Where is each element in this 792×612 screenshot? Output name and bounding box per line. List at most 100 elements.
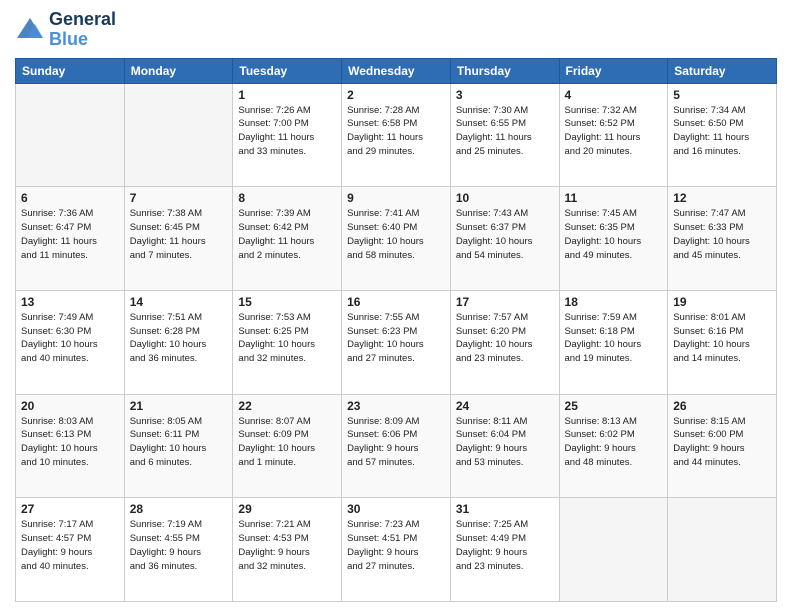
- calendar-week-1: 1 Sunrise: 7:26 AM Sunset: 7:00 PM Daylig…: [16, 83, 777, 187]
- day-info: Sunrise: 7:32 AM Sunset: 6:52 PM Dayligh…: [565, 104, 663, 159]
- day-number: 16: [347, 295, 445, 309]
- calendar-cell: [559, 498, 668, 602]
- day-number: 8: [238, 191, 336, 205]
- weekday-header-tuesday: Tuesday: [233, 58, 342, 83]
- calendar-week-5: 27 Sunrise: 7:17 AM Sunset: 4:57 PM Dayli…: [16, 498, 777, 602]
- logo-icon: [15, 16, 45, 44]
- calendar-cell: 7 Sunrise: 7:38 AM Sunset: 6:45 PM Daylig…: [124, 187, 233, 291]
- day-info: Sunrise: 8:11 AM Sunset: 6:04 PM Dayligh…: [456, 415, 554, 470]
- day-info: Sunrise: 8:15 AM Sunset: 6:00 PM Dayligh…: [673, 415, 771, 470]
- day-number: 1: [238, 88, 336, 102]
- day-number: 22: [238, 399, 336, 413]
- calendar-cell: 31Sunrise: 7:25 AM Sunset: 4:49 PM Dayli…: [450, 498, 559, 602]
- day-number: 26: [673, 399, 771, 413]
- calendar-cell: 14Sunrise: 7:51 AM Sunset: 6:28 PM Dayli…: [124, 290, 233, 394]
- calendar-cell: 16 Sunrise: 7:55 AM Sunset: 6:23 PM Dayli…: [342, 290, 451, 394]
- calendar-cell: 27 Sunrise: 7:17 AM Sunset: 4:57 PM Dayli…: [16, 498, 125, 602]
- calendar-cell: 19Sunrise: 8:01 AM Sunset: 6:16 PM Dayli…: [668, 290, 777, 394]
- calendar-table: SundayMondayTuesdayWednesdayThursdayFrid…: [15, 58, 777, 602]
- day-number: 10: [456, 191, 554, 205]
- day-info: Sunrise: 7:45 AM Sunset: 6:35 PM Dayligh…: [565, 207, 663, 262]
- day-number: 30: [347, 502, 445, 516]
- day-number: 29: [238, 502, 336, 516]
- day-number: 15: [238, 295, 336, 309]
- calendar-week-2: 6Sunrise: 7:36 AM Sunset: 6:47 PM Daylig…: [16, 187, 777, 291]
- calendar-cell: 23 Sunrise: 8:09 AM Sunset: 6:06 PM Dayli…: [342, 394, 451, 498]
- weekday-header-thursday: Thursday: [450, 58, 559, 83]
- day-info: Sunrise: 7:49 AM Sunset: 6:30 PM Dayligh…: [21, 311, 119, 366]
- day-number: 4: [565, 88, 663, 102]
- day-info: Sunrise: 7:39 AM Sunset: 6:42 PM Dayligh…: [238, 207, 336, 262]
- day-info: Sunrise: 7:23 AM Sunset: 4:51 PM Dayligh…: [347, 518, 445, 573]
- weekday-header-monday: Monday: [124, 58, 233, 83]
- day-number: 12: [673, 191, 771, 205]
- day-number: 20: [21, 399, 119, 413]
- calendar-cell: 6Sunrise: 7:36 AM Sunset: 6:47 PM Daylig…: [16, 187, 125, 291]
- calendar-cell: 2 Sunrise: 7:28 AM Sunset: 6:58 PM Daylig…: [342, 83, 451, 187]
- day-number: 28: [130, 502, 228, 516]
- day-info: Sunrise: 8:07 AM Sunset: 6:09 PM Dayligh…: [238, 415, 336, 470]
- day-number: 7: [130, 191, 228, 205]
- day-info: Sunrise: 7:57 AM Sunset: 6:20 PM Dayligh…: [456, 311, 554, 366]
- weekday-header-saturday: Saturday: [668, 58, 777, 83]
- day-info: Sunrise: 7:30 AM Sunset: 6:55 PM Dayligh…: [456, 104, 554, 159]
- logo-text: General Blue: [49, 10, 116, 50]
- calendar-cell: 30 Sunrise: 7:23 AM Sunset: 4:51 PM Dayli…: [342, 498, 451, 602]
- day-number: 18: [565, 295, 663, 309]
- weekday-header-row: SundayMondayTuesdayWednesdayThursdayFrid…: [16, 58, 777, 83]
- day-info: Sunrise: 7:17 AM Sunset: 4:57 PM Dayligh…: [21, 518, 119, 573]
- day-number: 25: [565, 399, 663, 413]
- day-info: Sunrise: 7:26 AM Sunset: 7:00 PM Dayligh…: [238, 104, 336, 159]
- day-info: Sunrise: 7:19 AM Sunset: 4:55 PM Dayligh…: [130, 518, 228, 573]
- day-info: Sunrise: 7:55 AM Sunset: 6:23 PM Dayligh…: [347, 311, 445, 366]
- day-info: Sunrise: 8:09 AM Sunset: 6:06 PM Dayligh…: [347, 415, 445, 470]
- calendar-cell: 12Sunrise: 7:47 AM Sunset: 6:33 PM Dayli…: [668, 187, 777, 291]
- day-info: Sunrise: 7:41 AM Sunset: 6:40 PM Dayligh…: [347, 207, 445, 262]
- weekday-header-friday: Friday: [559, 58, 668, 83]
- day-number: 23: [347, 399, 445, 413]
- day-number: 21: [130, 399, 228, 413]
- calendar-cell: 3 Sunrise: 7:30 AM Sunset: 6:55 PM Daylig…: [450, 83, 559, 187]
- weekday-header-sunday: Sunday: [16, 58, 125, 83]
- calendar-cell: 21 Sunrise: 8:05 AM Sunset: 6:11 PM Dayli…: [124, 394, 233, 498]
- day-info: Sunrise: 7:51 AM Sunset: 6:28 PM Dayligh…: [130, 311, 228, 366]
- calendar-week-4: 20 Sunrise: 8:03 AM Sunset: 6:13 PM Dayli…: [16, 394, 777, 498]
- day-number: 19: [673, 295, 771, 309]
- day-number: 31: [456, 502, 554, 516]
- day-info: Sunrise: 8:03 AM Sunset: 6:13 PM Dayligh…: [21, 415, 119, 470]
- day-number: 24: [456, 399, 554, 413]
- logo: General Blue: [15, 10, 116, 50]
- calendar-cell: 18 Sunrise: 7:59 AM Sunset: 6:18 PM Dayli…: [559, 290, 668, 394]
- day-info: Sunrise: 8:05 AM Sunset: 6:11 PM Dayligh…: [130, 415, 228, 470]
- day-number: 5: [673, 88, 771, 102]
- calendar-cell: 22 Sunrise: 8:07 AM Sunset: 6:09 PM Dayli…: [233, 394, 342, 498]
- page: General Blue SundayMondayTuesdayWednesda…: [0, 0, 792, 612]
- calendar-cell: [16, 83, 125, 187]
- calendar-cell: 9Sunrise: 7:41 AM Sunset: 6:40 PM Daylig…: [342, 187, 451, 291]
- day-info: Sunrise: 8:13 AM Sunset: 6:02 PM Dayligh…: [565, 415, 663, 470]
- header: General Blue: [15, 10, 777, 50]
- weekday-header-wednesday: Wednesday: [342, 58, 451, 83]
- calendar-cell: 8 Sunrise: 7:39 AM Sunset: 6:42 PM Daylig…: [233, 187, 342, 291]
- calendar-cell: 20 Sunrise: 8:03 AM Sunset: 6:13 PM Dayli…: [16, 394, 125, 498]
- day-info: Sunrise: 7:34 AM Sunset: 6:50 PM Dayligh…: [673, 104, 771, 159]
- day-info: Sunrise: 7:28 AM Sunset: 6:58 PM Dayligh…: [347, 104, 445, 159]
- day-info: Sunrise: 7:36 AM Sunset: 6:47 PM Dayligh…: [21, 207, 119, 262]
- day-number: 13: [21, 295, 119, 309]
- calendar-cell: 10Sunrise: 7:43 AM Sunset: 6:37 PM Dayli…: [450, 187, 559, 291]
- day-info: Sunrise: 7:21 AM Sunset: 4:53 PM Dayligh…: [238, 518, 336, 573]
- day-info: Sunrise: 7:38 AM Sunset: 6:45 PM Dayligh…: [130, 207, 228, 262]
- calendar-cell: 24 Sunrise: 8:11 AM Sunset: 6:04 PM Dayli…: [450, 394, 559, 498]
- calendar-cell: 28 Sunrise: 7:19 AM Sunset: 4:55 PM Dayli…: [124, 498, 233, 602]
- day-number: 3: [456, 88, 554, 102]
- day-number: 27: [21, 502, 119, 516]
- day-number: 11: [565, 191, 663, 205]
- calendar-cell: 13 Sunrise: 7:49 AM Sunset: 6:30 PM Dayli…: [16, 290, 125, 394]
- day-number: 17: [456, 295, 554, 309]
- day-info: Sunrise: 7:53 AM Sunset: 6:25 PM Dayligh…: [238, 311, 336, 366]
- day-number: 2: [347, 88, 445, 102]
- calendar-cell: 11 Sunrise: 7:45 AM Sunset: 6:35 PM Dayli…: [559, 187, 668, 291]
- day-info: Sunrise: 7:59 AM Sunset: 6:18 PM Dayligh…: [565, 311, 663, 366]
- calendar-cell: 25 Sunrise: 8:13 AM Sunset: 6:02 PM Dayli…: [559, 394, 668, 498]
- calendar-cell: [124, 83, 233, 187]
